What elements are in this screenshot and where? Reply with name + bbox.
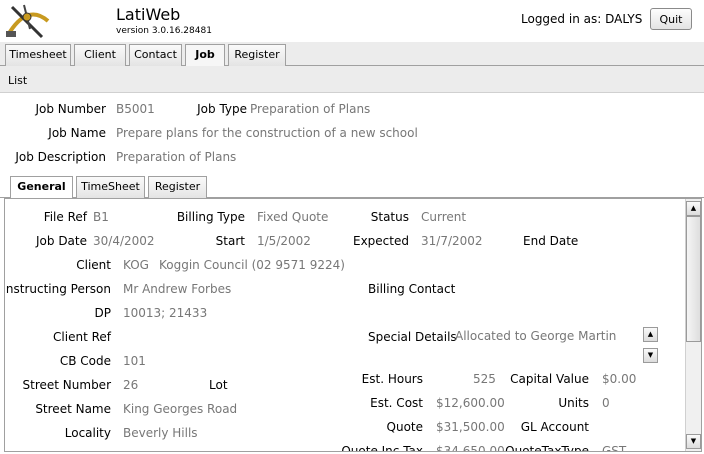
list-bar: List xyxy=(0,66,704,93)
billing-contact-label: Billing Contact xyxy=(368,282,456,296)
job-number-value: B5001 xyxy=(116,102,155,116)
app-header: LatiWeb version 3.0.16.28481 Logged in a… xyxy=(0,0,704,42)
quote-tax-type-value: GST xyxy=(602,444,627,452)
est-cost-value: $12,600.00 xyxy=(436,396,505,410)
cb-code-value: 101 xyxy=(123,354,146,368)
lot-label: Lot xyxy=(209,378,228,392)
quote-value: $31,500.00 xyxy=(436,420,505,434)
capital-value-label: Capital Value xyxy=(510,372,589,386)
start-label: Start xyxy=(215,234,245,248)
instructing-person-value: Mr Andrew Forbes xyxy=(123,282,232,296)
special-details-label: Special Details xyxy=(368,330,457,344)
expected-label: Expected xyxy=(353,234,409,248)
start-value: 1/5/2002 xyxy=(257,234,311,248)
tab-timesheet[interactable]: Timesheet xyxy=(5,44,71,66)
street-name-value: King Georges Road xyxy=(123,402,238,416)
job-name-label: Job Name xyxy=(48,126,106,140)
client-ref-label: Client Ref xyxy=(53,330,111,344)
client-code-value: KOG xyxy=(123,258,149,272)
client-label: Client xyxy=(76,258,111,272)
quote-tax-type-label: QuoteTaxType xyxy=(505,444,589,452)
list-link[interactable]: List xyxy=(8,74,27,87)
special-details-scroll-up-icon[interactable]: ▲ xyxy=(643,327,658,342)
app-version: version 3.0.16.28481 xyxy=(116,26,212,36)
tab-job[interactable]: Job xyxy=(185,44,225,67)
street-number-value: 26 xyxy=(123,378,139,392)
tab-client[interactable]: Client xyxy=(74,44,126,66)
gl-account-label: GL Account xyxy=(520,420,589,434)
tab-general[interactable]: General xyxy=(10,176,73,199)
logged-in-user: Logged in as: DALYS xyxy=(521,12,643,26)
capital-value-value: $0.00 xyxy=(602,372,637,386)
scroll-up-icon[interactable]: ▲ xyxy=(686,201,701,216)
billing-type-value: Fixed Quote xyxy=(257,210,329,224)
job-date-value: 30/4/2002 xyxy=(93,234,155,248)
job-description-value: Preparation of Plans xyxy=(116,150,237,164)
job-description-label: Job Description xyxy=(15,150,106,164)
special-details-scroll-down-icon[interactable]: ▼ xyxy=(643,348,658,363)
job-name-value: Prepare plans for the construction of a … xyxy=(116,126,418,140)
tab-contact[interactable]: Contact xyxy=(129,44,182,66)
job-date-label: Job Date xyxy=(36,234,87,248)
scroll-thumb[interactable] xyxy=(686,216,701,342)
scroll-down-icon[interactable]: ▼ xyxy=(686,434,701,449)
job-type-value: Preparation of Plans xyxy=(250,102,371,116)
special-details-value: Allocated to George Martin xyxy=(455,329,617,343)
status-value: Current xyxy=(421,210,467,224)
tab-register-sub[interactable]: Register xyxy=(148,176,207,198)
tab-timesheet-sub[interactable]: TimeSheet xyxy=(76,176,145,198)
sextant-logo-icon xyxy=(6,4,50,39)
street-number-label: Street Number xyxy=(22,378,111,392)
quote-inc-tax-value: $34,650.00 xyxy=(436,444,505,452)
units-label: Units xyxy=(558,396,589,410)
dp-value: 10013; 21433 xyxy=(123,306,208,320)
panel-scrollbar[interactable]: ▲ ▼ xyxy=(685,199,701,451)
instructing-person-label: Instructing Person xyxy=(4,282,111,296)
job-number-label: Job Number xyxy=(35,102,106,116)
file-ref-value: B1 xyxy=(93,210,109,224)
file-ref-label: File Ref xyxy=(43,210,87,224)
street-name-label: Street Name xyxy=(35,402,111,416)
est-hours-label: Est. Hours xyxy=(361,372,423,386)
job-type-label: Job Type xyxy=(197,102,247,116)
dp-label: DP xyxy=(94,306,111,320)
app-title: LatiWeb xyxy=(116,5,181,24)
general-panel: File Ref B1 Billing Type Fixed Quote Sta… xyxy=(4,198,702,452)
quote-inc-tax-label: Quote Inc Tax xyxy=(341,444,423,452)
main-tab-bar: Timesheet Client Contact Job Register xyxy=(0,42,704,67)
quote-label: Quote xyxy=(386,420,423,434)
billing-type-label: Billing Type xyxy=(176,210,245,224)
units-value: 0 xyxy=(602,396,610,410)
tab-register[interactable]: Register xyxy=(228,44,286,66)
cb-code-label: CB Code xyxy=(59,354,111,368)
status-label: Status xyxy=(370,210,409,224)
est-cost-label: Est. Cost xyxy=(370,396,423,410)
est-hours-value: 525 xyxy=(473,372,496,386)
locality-label: Locality xyxy=(64,426,111,440)
client-name-value: Koggin Council (02 9571 9224) xyxy=(159,258,345,272)
end-date-label: End Date xyxy=(523,234,579,248)
expected-value: 31/7/2002 xyxy=(421,234,483,248)
locality-value: Beverly Hills xyxy=(123,426,198,440)
sub-tab-bar: General TimeSheet Register xyxy=(0,176,704,199)
quit-button[interactable]: Quit xyxy=(650,8,692,30)
